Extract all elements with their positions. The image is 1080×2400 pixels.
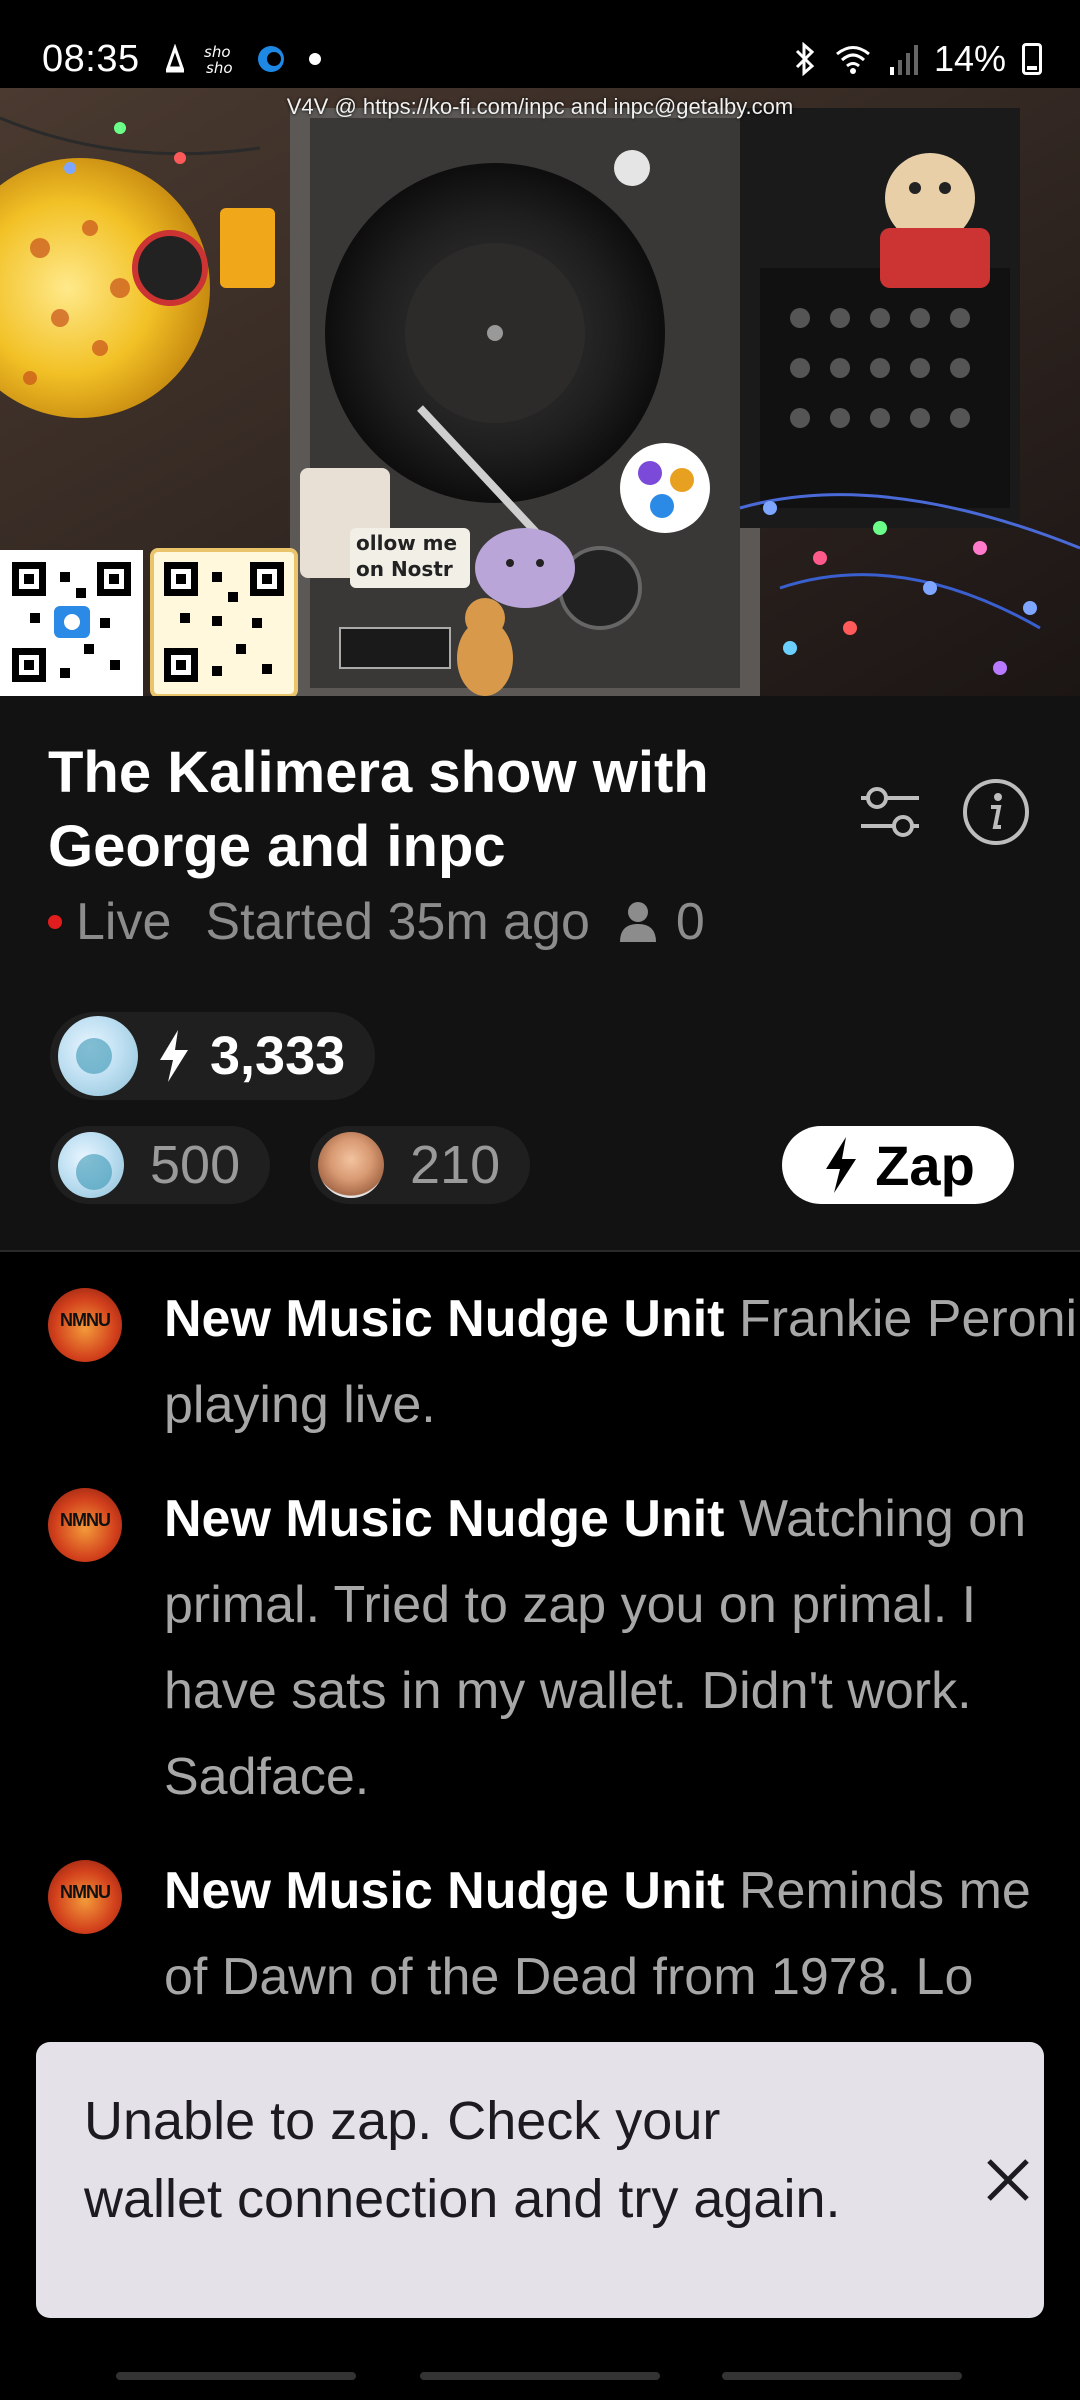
stream-settings-button[interactable] (850, 772, 930, 852)
video-overlay-text: V4V @ https://ko-fi.com/inpc and inpc@ge… (286, 94, 794, 119)
sticker-text: ollow me (356, 531, 457, 555)
zap-button-label: Zap (875, 1133, 975, 1197)
viewer-count-value: 0 (675, 893, 705, 951)
zap-pill[interactable]: 500 (50, 1126, 271, 1204)
chat-feed[interactable]: NMNU New Music Nudge Unit Frankie Peroni… (0, 1252, 1080, 2132)
snackbar-close-button[interactable] (968, 2140, 1048, 2220)
nav-back[interactable] (722, 2372, 962, 2380)
chat-message: NMNU New Music Nudge Unit Frankie Peroni… (48, 1276, 1077, 1466)
battery-icon (1022, 43, 1042, 75)
zap-button[interactable]: Zap (782, 1126, 1014, 1204)
nav-home[interactable] (420, 2372, 660, 2380)
status-time: 08:35 (42, 38, 140, 80)
stream-meta: Live Started 35m ago 0 (48, 892, 705, 952)
status-notification-icons: sho sho (162, 42, 330, 76)
info-icon (963, 779, 1029, 845)
message-author[interactable]: New Music Nudge Unit (164, 1490, 724, 1548)
live-label: Live (76, 893, 172, 951)
zap-pill-amount: 210 (410, 1135, 501, 1195)
snackbar-message: Unable to zap. Check your wallet connect… (84, 2091, 841, 2229)
zap-pill-amount: 500 (150, 1135, 241, 1195)
lightning-icon (826, 1137, 857, 1193)
lightning-icon (160, 1030, 188, 1082)
person-icon (619, 902, 656, 942)
stream-title: The Kalimera show with George and inpc (48, 740, 709, 879)
started-label: Started 35m ago (205, 893, 590, 951)
bulb-avatar (58, 1132, 124, 1198)
battery-percent: 14% (933, 38, 1006, 79)
message-author[interactable]: New Music Nudge Unit (164, 1862, 724, 1920)
chat-message: NMNU New Music Nudge Unit Watching on pr… (48, 1476, 1038, 1836)
user-avatar[interactable]: NMNU (48, 1488, 122, 1562)
stream-info-panel: The Kalimera show with George and inpc L… (0, 696, 1080, 1250)
top-zap-amount: 3,333 (210, 1026, 346, 1086)
user-avatar[interactable]: NMNU (48, 1288, 122, 1362)
nav-recents[interactable] (116, 2372, 356, 2380)
app-shosho-icon: shosho (204, 43, 233, 76)
top-zap-pill[interactable]: 3,333 (50, 1012, 376, 1100)
svg-text:on Nostr: on Nostr (356, 557, 453, 581)
status-right: 14% (792, 38, 1042, 80)
sliders-icon (861, 787, 919, 837)
svg-text:sho: sho (206, 59, 233, 76)
signal-icon (889, 45, 918, 75)
message-author[interactable]: New Music Nudge Unit (164, 1290, 724, 1348)
bulb-avatar (58, 1016, 138, 1096)
video-frame: ollow me on Nostr (0, 88, 1080, 696)
close-icon (987, 2159, 1029, 2201)
status-bar: 08:35 sho sho 14% (0, 0, 1080, 88)
stream-info-button[interactable] (956, 772, 1036, 852)
wifi-icon (835, 46, 870, 74)
person-avatar (318, 1132, 384, 1198)
app-circle-icon (258, 46, 284, 72)
dot-icon (309, 53, 321, 65)
viewer-count: 0 (618, 892, 705, 952)
system-nav-bar (0, 2320, 1080, 2400)
notification-icon (165, 44, 185, 73)
video-player[interactable]: ollow me on Nostr V4V @ https://ko-fi.co… (0, 88, 1080, 696)
user-avatar[interactable]: NMNU (48, 1860, 122, 1934)
bluetooth-icon (795, 42, 815, 76)
live-dot (48, 915, 62, 929)
zap-pill[interactable]: 210 (310, 1126, 531, 1204)
error-snackbar: Unable to zap. Check your wallet connect… (36, 2042, 1044, 2318)
